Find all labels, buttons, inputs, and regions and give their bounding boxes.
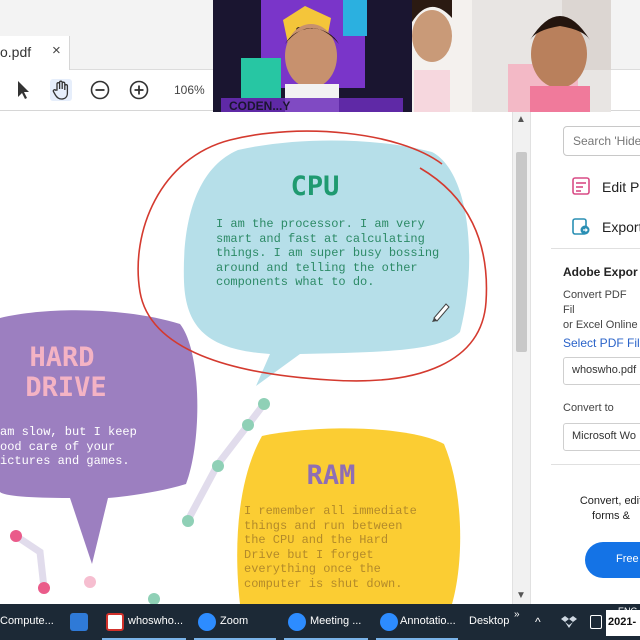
taskbar-label: Compute...: [0, 615, 54, 627]
taskbar-label: whoswho...: [128, 615, 184, 627]
show-hidden-icons-icon[interactable]: ^: [535, 615, 541, 629]
export-pdf-tool[interactable]: Export: [602, 219, 640, 235]
hard-drive-description: am slow, but I keep ood care of your ict…: [0, 425, 137, 468]
video-tile-teacher: CODEN...Y: [213, 0, 412, 112]
ram-description: I remember all immediate things and run …: [244, 504, 417, 591]
acrobat-icon: [106, 613, 124, 631]
free-trial-button[interactable]: Free: [585, 542, 640, 578]
taskbar-item-acrobat[interactable]: whoswho...: [100, 604, 188, 640]
clock[interactable]: 2021-: [606, 610, 640, 636]
participant-video: CODEN...Y: [213, 0, 412, 112]
hand-tool-icon[interactable]: [49, 78, 73, 102]
mail-app-icon: [70, 613, 88, 631]
taskbar-item-annotation[interactable]: Annotatio...: [374, 604, 460, 640]
video-tile-students: [412, 0, 611, 112]
screen: o.pdf × 106% CODEN...Y CPU HARD DRIVE RA…: [0, 0, 640, 640]
selected-file-field[interactable]: whoswho.pdf: [563, 357, 640, 385]
taskbar-item-computer[interactable]: Compute...: [0, 604, 60, 640]
zoom-out-icon[interactable]: [88, 78, 112, 102]
zoom-app-icon: [198, 613, 216, 631]
scroll-up-icon[interactable]: ▲: [516, 114, 526, 125]
search-placeholder: Search 'Hide: [573, 134, 640, 148]
export-description: Convert PDF Fil or Excel Online: [563, 289, 638, 331]
document-scrollbar[interactable]: ▲ ▼: [512, 112, 530, 604]
cpu-title: CPU: [291, 171, 340, 202]
scrollbar-thumb[interactable]: [516, 152, 527, 352]
promo-text: Convert, edit forms &: [579, 495, 640, 522]
video-call-overlay: CODEN...Y: [213, 0, 611, 112]
export-pdf-icon: [572, 218, 590, 235]
taskbar-label: Annotatio...: [400, 615, 456, 627]
pdf-document-page: CPU HARD DRIVE RAM I am the processor. I…: [0, 112, 512, 604]
tray-overflow-icon[interactable]: »: [514, 609, 520, 620]
taskbar-label: Zoom: [220, 615, 249, 627]
dropbox-icon[interactable]: [560, 614, 578, 630]
scroll-down-icon[interactable]: ▼: [516, 590, 526, 601]
taskbar: Compute... whoswho... Zoom Meeting ... A…: [0, 604, 640, 640]
export-heading: Adobe Expor: [563, 265, 638, 279]
zoom-in-icon[interactable]: [127, 78, 151, 102]
free-trial-label: Free: [616, 553, 639, 565]
ram-title: RAM: [307, 460, 356, 491]
tools-search-input[interactable]: Search 'Hide: [563, 126, 640, 156]
participant-video-2: [412, 0, 611, 112]
zoom-level[interactable]: 106%: [174, 83, 205, 97]
shield-icon[interactable]: [590, 615, 602, 629]
format-value: Microsoft Wo: [572, 430, 636, 442]
taskbar-label: Meeting ...: [310, 615, 362, 627]
select-arrow-icon[interactable]: [12, 78, 36, 102]
select-pdf-file-link[interactable]: Select PDF File: [563, 336, 640, 350]
tab-label: o.pdf: [0, 44, 32, 60]
taskbar-item-mail[interactable]: [62, 604, 96, 640]
format-dropdown[interactable]: Microsoft Wo: [563, 423, 640, 451]
convert-to-label: Convert to: [563, 402, 614, 414]
selected-file-name: whoswho.pdf: [572, 364, 637, 376]
zoom-annotation-icon: [380, 613, 398, 631]
taskbar-item-meeting[interactable]: Meeting ...: [282, 604, 370, 640]
document-tab[interactable]: o.pdf ×: [0, 36, 70, 70]
hard-drive-title-line2: DRIVE: [25, 372, 106, 403]
cpu-description: I am the processor. I am very smart and …: [216, 217, 440, 289]
video-banner-text: CODEN...Y: [229, 99, 290, 112]
pane-divider: [551, 248, 640, 249]
zoom-meeting-icon: [288, 613, 306, 631]
edit-pdf-icon: [572, 177, 590, 195]
tab-close-icon[interactable]: ×: [52, 42, 61, 59]
edit-pdf-tool[interactable]: Edit PD: [602, 179, 640, 195]
clock-text: 2021-: [608, 616, 637, 628]
taskbar-item-zoom[interactable]: Zoom: [192, 604, 278, 640]
tools-pane: Search 'Hide Edit PD Export Adobe Expor …: [530, 112, 640, 604]
hard-drive-title-line1: HARD: [29, 342, 94, 373]
pane-divider-2: [551, 464, 640, 465]
desktop-toolbar-label[interactable]: Desktop: [469, 615, 509, 627]
